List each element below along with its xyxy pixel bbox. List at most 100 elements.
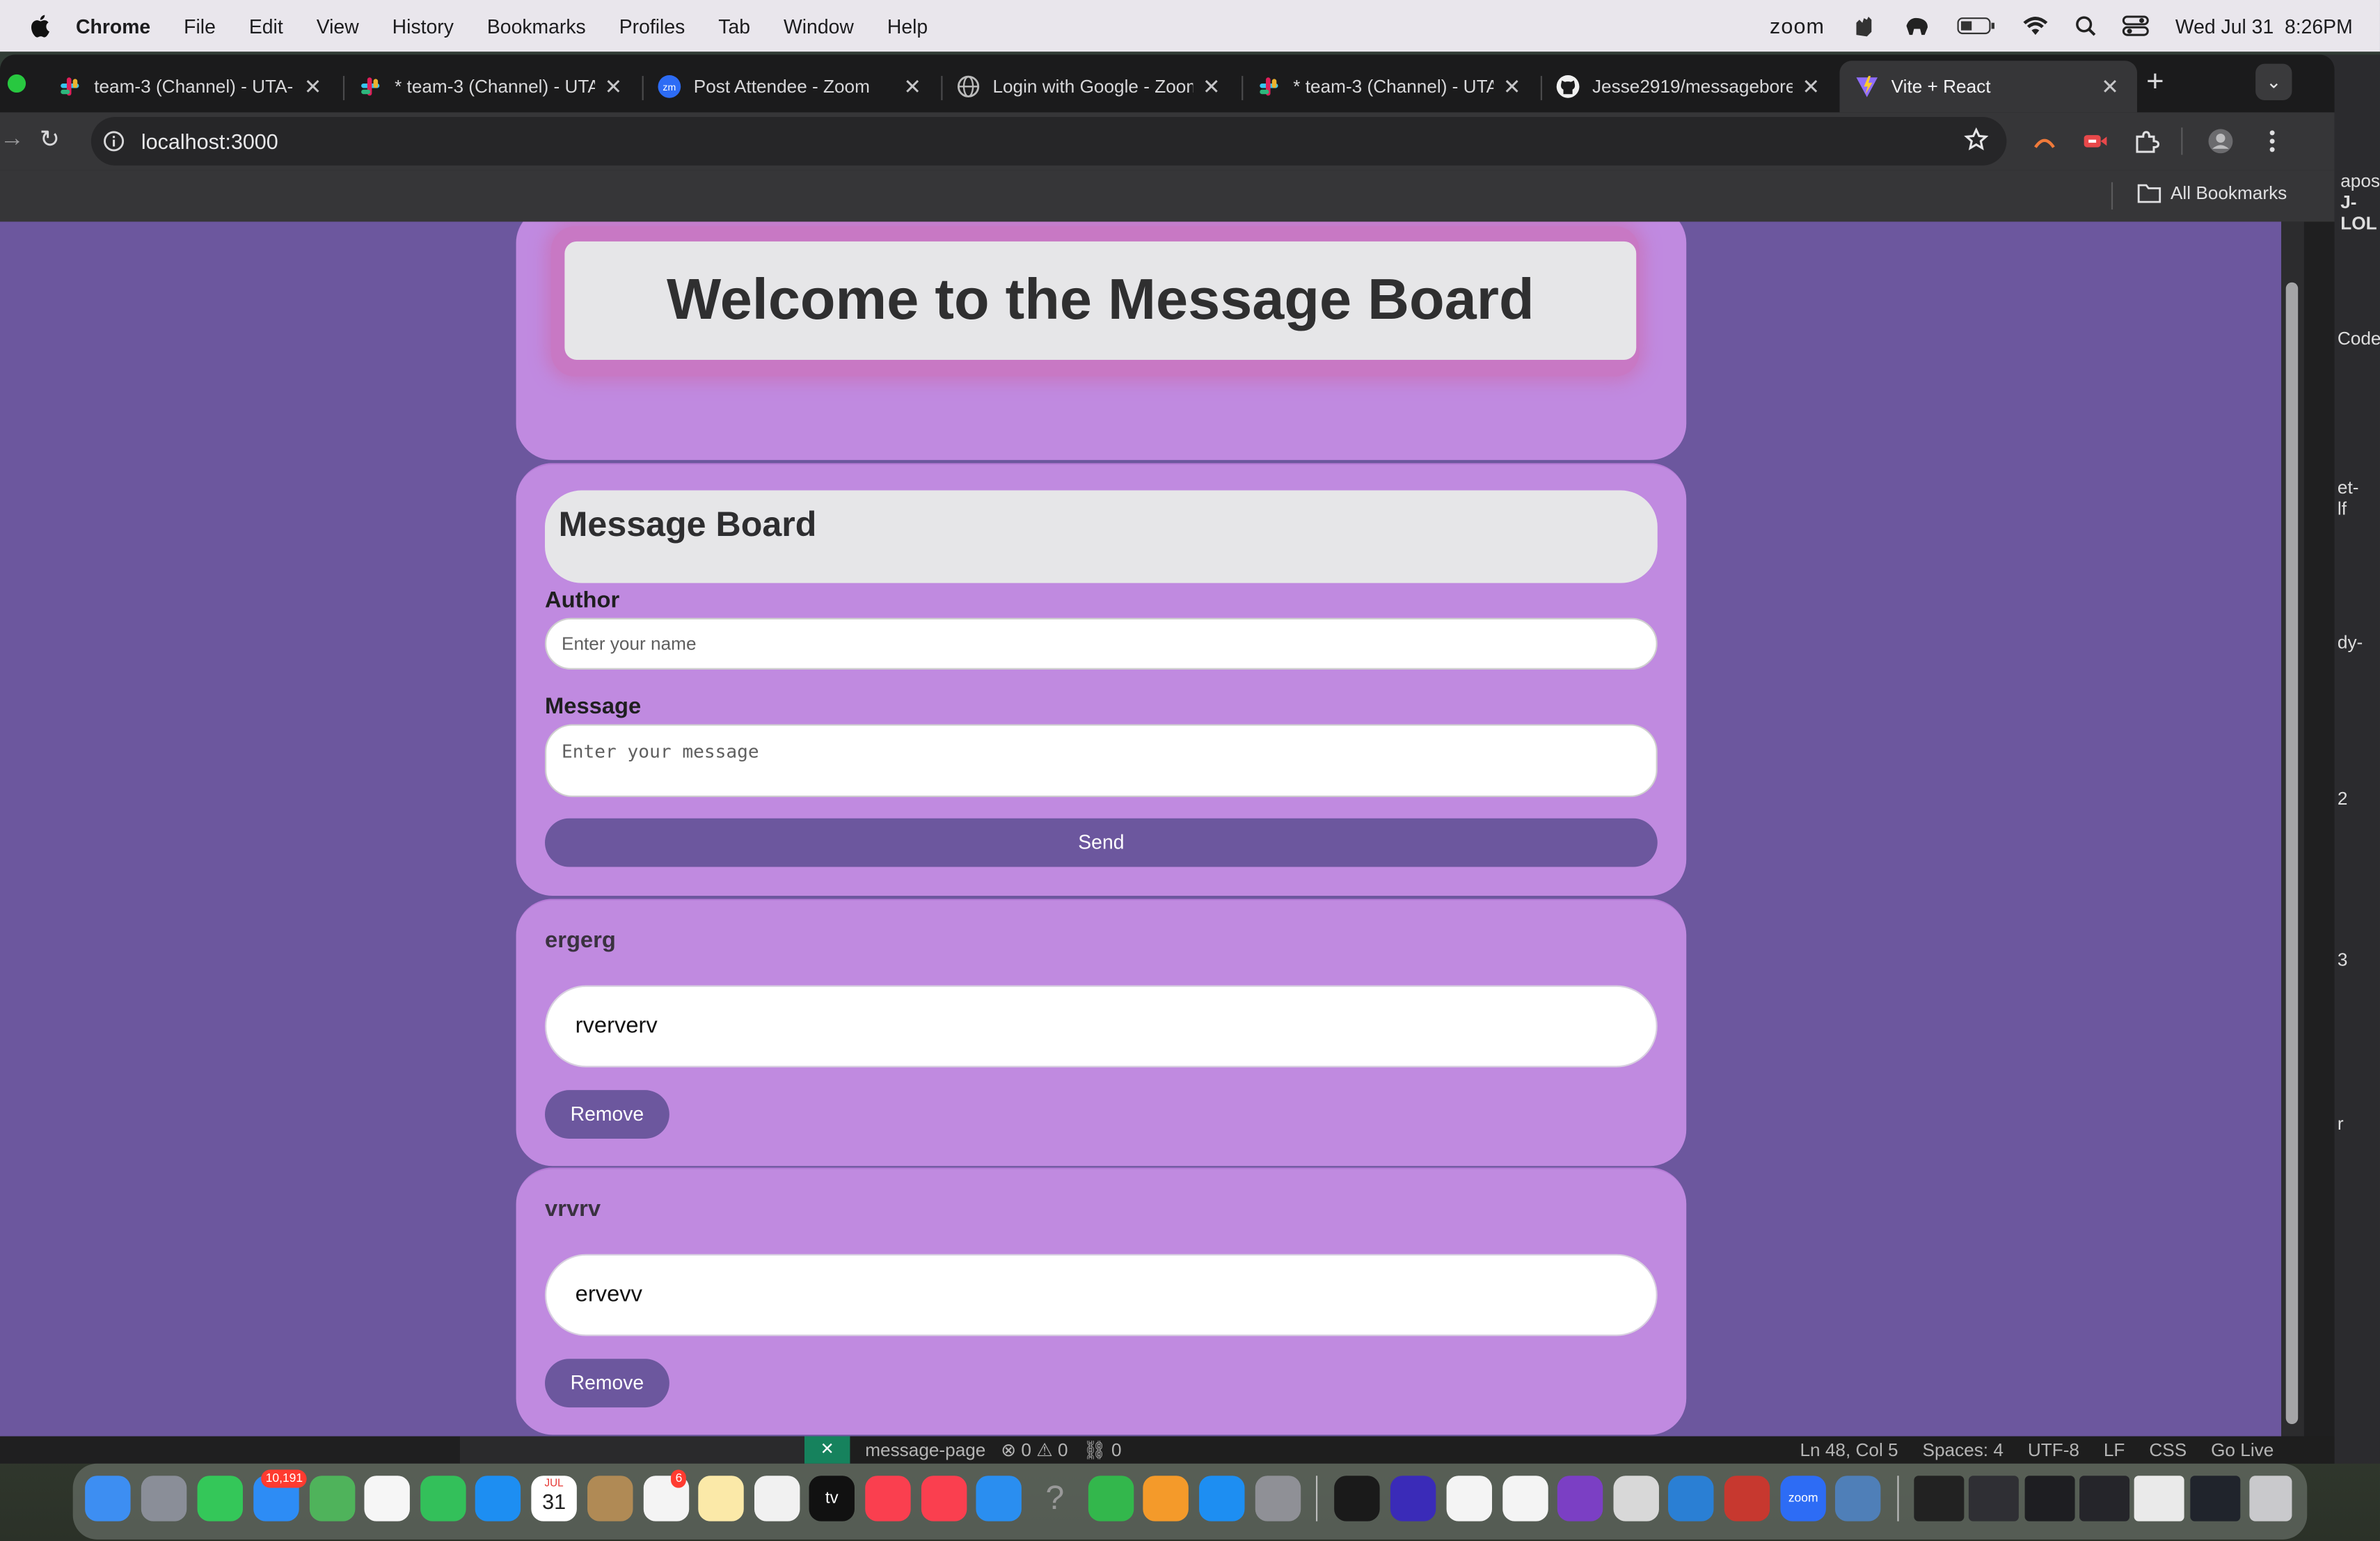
- control-center-icon[interactable]: [2123, 14, 2150, 38]
- all-bookmarks-button[interactable]: All Bookmarks: [2137, 182, 2287, 203]
- wifi-icon[interactable]: [2022, 14, 2049, 38]
- contacts-icon[interactable]: [587, 1476, 633, 1522]
- facetime-icon[interactable]: [420, 1476, 466, 1522]
- minimized-window-thumbnail[interactable]: [1968, 1476, 2019, 1522]
- menu-file[interactable]: File: [184, 15, 216, 38]
- trash-icon[interactable]: [2249, 1476, 2292, 1522]
- elephant-icon[interactable]: [1903, 14, 1930, 38]
- minimized-window-thumbnail[interactable]: [2024, 1476, 2075, 1522]
- tab-zoom-post-attendee[interactable]: zm Post Attendee - Zoom ✕: [642, 61, 939, 112]
- mongodb-icon[interactable]: [1446, 1476, 1493, 1522]
- extensions-puzzle-icon[interactable]: [2132, 127, 2160, 155]
- window-control-button[interactable]: [7, 74, 26, 93]
- spotlight-search-icon[interactable]: [2075, 14, 2097, 38]
- safari-icon[interactable]: [475, 1476, 521, 1522]
- line-endings[interactable]: LF: [2104, 1439, 2125, 1461]
- numbers-icon[interactable]: [1088, 1476, 1134, 1522]
- freeform-icon[interactable]: [754, 1476, 800, 1522]
- clock[interactable]: Wed Jul 31 8:26PM: [2175, 15, 2353, 38]
- extension-video-icon[interactable]: [2081, 127, 2108, 155]
- menu-window[interactable]: Window: [784, 15, 854, 38]
- scrollbar-thumb[interactable]: [2285, 282, 2299, 1425]
- extension-rainbow-icon[interactable]: [2031, 127, 2058, 155]
- minimized-window-thumbnail[interactable]: [1914, 1476, 1965, 1522]
- menu-app-name[interactable]: Chrome: [76, 15, 150, 38]
- menu-profiles[interactable]: Profiles: [619, 15, 685, 38]
- tab-slack-1[interactable]: team-3 (Channel) - UTA- ✕: [42, 61, 340, 112]
- vscode-icon[interactable]: [1668, 1476, 1714, 1522]
- author-input[interactable]: [545, 617, 1658, 670]
- problems-count[interactable]: ⊗ 0 ⚠ 0: [1001, 1439, 1068, 1461]
- tab-github[interactable]: Jesse2919/messagebore ✕: [1541, 61, 1838, 112]
- minimized-window-thumbnail[interactable]: [2079, 1476, 2130, 1522]
- forward-arrow-icon[interactable]: →: [0, 126, 24, 153]
- zoom-status-item[interactable]: zoom: [1770, 14, 1825, 38]
- hand-icon[interactable]: [1850, 14, 1878, 38]
- go-live-button[interactable]: Go Live: [2211, 1439, 2274, 1461]
- indentation[interactable]: Spaces: 4: [1922, 1439, 2003, 1461]
- tab-search-button[interactable]: ⌄: [2255, 63, 2292, 100]
- menu-tab[interactable]: Tab: [718, 15, 750, 38]
- address-bar[interactable]: localhost:3000: [90, 116, 2007, 166]
- maps-icon[interactable]: [309, 1476, 356, 1522]
- menu-history[interactable]: History: [392, 15, 454, 38]
- tool-app-icon[interactable]: [1724, 1476, 1770, 1522]
- git-branch[interactable]: message-page: [865, 1439, 985, 1461]
- app-store-icon[interactable]: [1199, 1476, 1245, 1522]
- calendar-icon[interactable]: JUL 31: [531, 1476, 577, 1522]
- minimized-window-thumbnail[interactable]: [2134, 1476, 2184, 1522]
- url-text[interactable]: localhost:3000: [141, 129, 278, 153]
- apple-logo-icon[interactable]: [27, 14, 51, 38]
- menu-view[interactable]: View: [317, 15, 359, 38]
- system-settings-icon[interactable]: [1255, 1476, 1301, 1522]
- pages-icon[interactable]: [1143, 1476, 1189, 1522]
- keynote-icon[interactable]: [976, 1476, 1022, 1522]
- profile-avatar[interactable]: [2207, 127, 2234, 155]
- launchpad-icon[interactable]: [141, 1476, 187, 1522]
- news-icon[interactable]: [921, 1476, 967, 1522]
- browser-app-icon[interactable]: [1390, 1476, 1436, 1522]
- menu-bookmarks[interactable]: Bookmarks: [487, 15, 586, 38]
- close-icon[interactable]: ✕: [1802, 74, 1820, 100]
- zoom-app-icon[interactable]: zoom: [1780, 1476, 1826, 1522]
- music-icon[interactable]: [865, 1476, 911, 1522]
- chrome-icon[interactable]: [1502, 1476, 1548, 1522]
- tab-zoom-login[interactable]: Login with Google - Zoom ✕: [941, 61, 1238, 112]
- message-textarea[interactable]: [545, 724, 1658, 798]
- messages-icon[interactable]: [197, 1476, 243, 1522]
- postgres-icon[interactable]: [1613, 1476, 1659, 1522]
- encoding[interactable]: UTF-8: [2028, 1439, 2079, 1461]
- tab-slack-3[interactable]: * team-3 (Channel) - UTA ✕: [1241, 61, 1539, 112]
- github-desktop-icon[interactable]: [1557, 1476, 1603, 1522]
- close-icon[interactable]: ✕: [605, 74, 623, 100]
- tab-slack-2[interactable]: * team-3 (Channel) - UTA ✕: [343, 61, 640, 112]
- bookmark-star-icon[interactable]: [1964, 127, 1989, 152]
- finder-icon[interactable]: [85, 1476, 131, 1522]
- notes-icon[interactable]: [698, 1476, 744, 1522]
- ports-count[interactable]: ⛓ 0: [1083, 1439, 1121, 1461]
- cursor-position[interactable]: Ln 48, Col 5: [1800, 1439, 1898, 1461]
- terminal-icon[interactable]: [1334, 1476, 1380, 1522]
- page-scrollbar[interactable]: [2281, 221, 2304, 1437]
- remove-button[interactable]: Remove: [545, 1359, 669, 1408]
- remote-indicator-icon[interactable]: ✕: [804, 1436, 850, 1464]
- send-button[interactable]: Send: [545, 818, 1658, 867]
- reload-icon[interactable]: ↻: [40, 125, 60, 155]
- close-icon[interactable]: ✕: [304, 74, 322, 100]
- apple-tv-icon[interactable]: tv: [809, 1476, 855, 1522]
- battery-icon[interactable]: [1957, 14, 1997, 38]
- menu-help[interactable]: Help: [887, 15, 928, 38]
- close-icon[interactable]: ✕: [903, 74, 921, 100]
- elephant-app-icon[interactable]: [1834, 1476, 1881, 1522]
- more-menu-icon[interactable]: [2258, 127, 2285, 155]
- tab-vite-react[interactable]: Vite + React ✕: [1839, 61, 2137, 113]
- photos-icon[interactable]: [364, 1476, 410, 1522]
- site-info-icon[interactable]: [103, 131, 125, 152]
- close-icon[interactable]: ✕: [2101, 74, 2119, 100]
- language-mode[interactable]: CSS: [2149, 1439, 2187, 1461]
- new-tab-button[interactable]: +: [2146, 65, 2164, 100]
- minimized-window-thumbnail[interactable]: [2190, 1476, 2241, 1522]
- close-icon[interactable]: ✕: [1503, 74, 1521, 100]
- help-question-icon[interactable]: ?: [1032, 1476, 1077, 1521]
- remove-button[interactable]: Remove: [545, 1090, 669, 1139]
